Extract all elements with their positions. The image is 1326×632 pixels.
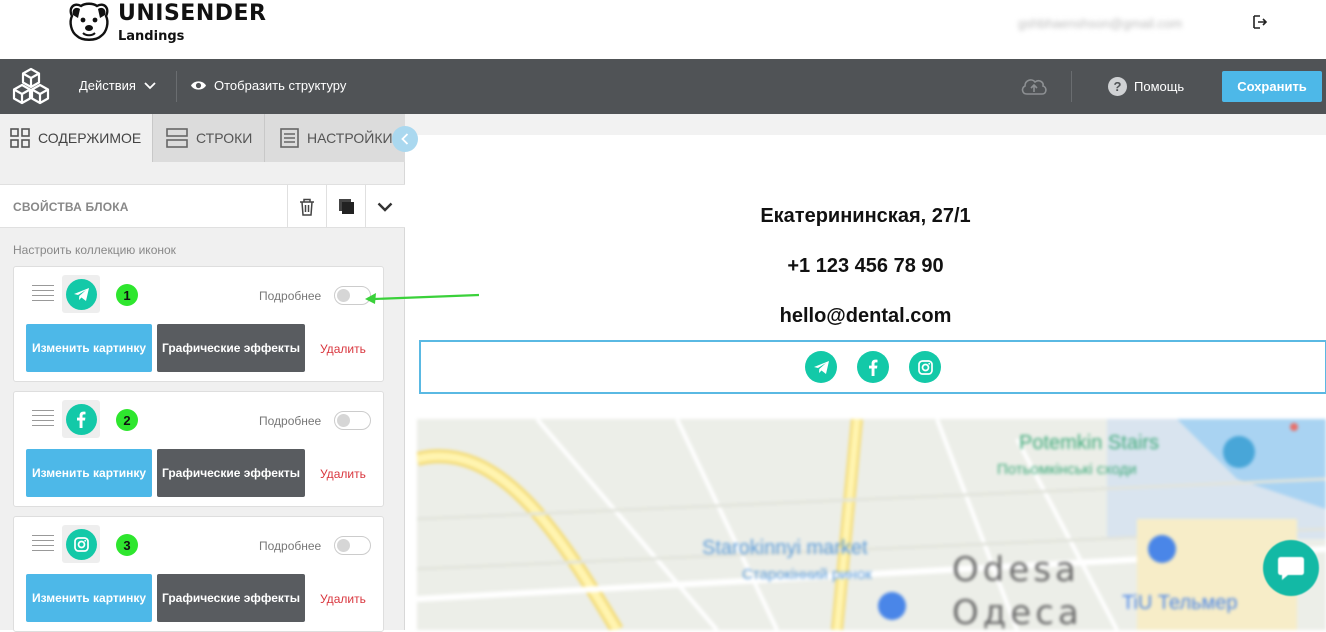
change-image-button[interactable]: Изменить картинку bbox=[26, 449, 152, 497]
actions-label: Действия bbox=[79, 78, 136, 93]
icon-item-card: 2 Подробнее Изменить картинку Графически… bbox=[13, 391, 384, 507]
tab-content-label: СОДЕРЖИМОЕ bbox=[38, 130, 142, 146]
icon-thumbnail[interactable] bbox=[62, 525, 100, 563]
tab-settings[interactable]: НАСТРОЙКИ bbox=[270, 114, 405, 162]
canvas-top-band bbox=[405, 114, 1326, 135]
item-number-badge: 2 bbox=[116, 409, 138, 431]
drag-handle-icon[interactable] bbox=[32, 285, 54, 301]
show-structure-label: Отобразить структуру bbox=[214, 78, 347, 93]
save-button[interactable]: Сохранить bbox=[1222, 71, 1322, 102]
details-label: Подробнее bbox=[259, 289, 322, 303]
change-image-button[interactable]: Изменить картинку bbox=[26, 324, 152, 372]
social-instagram-button[interactable] bbox=[909, 351, 941, 383]
chevron-left-icon bbox=[401, 133, 409, 145]
icon-item-card: 1 Подробнее Изменить картинку Графически… bbox=[13, 266, 384, 382]
icon-thumbnail[interactable] bbox=[62, 275, 100, 313]
tab-rows[interactable]: СТРОКИ bbox=[156, 114, 264, 162]
tab-divider bbox=[264, 114, 265, 162]
user-email[interactable]: gshbhaenshson@gmail.com bbox=[1018, 16, 1182, 31]
show-structure-button[interactable]: Отобразить структуру bbox=[190, 78, 346, 93]
help-label: Помощь bbox=[1134, 79, 1185, 94]
facebook-icon bbox=[869, 359, 878, 376]
delete-block-button[interactable] bbox=[287, 185, 326, 228]
instagram-icon bbox=[73, 536, 89, 552]
map-label-potemkin-local: Потьомкінські сходи bbox=[997, 461, 1137, 478]
tab-settings-label: НАСТРОЙКИ bbox=[307, 130, 393, 146]
tab-rows-label: СТРОКИ bbox=[196, 130, 253, 146]
delete-item-link[interactable]: Удалить bbox=[320, 592, 366, 606]
details-toggle[interactable] bbox=[334, 411, 371, 430]
icon-collection-label: Настроить коллекцию иконок bbox=[13, 243, 176, 257]
change-image-button[interactable]: Изменить картинку bbox=[26, 574, 152, 622]
chevron-down-icon bbox=[377, 202, 393, 212]
chat-bubble-icon bbox=[1278, 557, 1304, 580]
facebook-icon bbox=[77, 411, 86, 428]
chat-widget-button[interactable] bbox=[1263, 540, 1319, 596]
collapse-panel-button[interactable] bbox=[392, 126, 418, 152]
drag-handle-icon[interactable] bbox=[32, 535, 54, 551]
cloud-upload-icon[interactable] bbox=[1020, 75, 1048, 97]
actions-menu[interactable]: Действия bbox=[79, 78, 156, 93]
left-panel: СОДЕРЖИМОЕ СТРОКИ НАСТРОЙКИ СВОЙСТВА БЛО… bbox=[0, 114, 405, 632]
map-block[interactable]: Potemkin Stairs Потьомкінські сходи Star… bbox=[417, 419, 1326, 630]
icon-thumbnail[interactable] bbox=[62, 400, 100, 438]
contact-phone[interactable]: +1 123 456 78 90 bbox=[405, 255, 1326, 278]
copy-icon bbox=[338, 199, 354, 214]
details-label: Подробнее bbox=[259, 539, 322, 553]
map-label-potemkin: Potemkin Stairs bbox=[1019, 432, 1159, 454]
editor-toolbar: Действия Отобразить структуру ? Помощь С… bbox=[0, 59, 1326, 114]
graphic-effects-button[interactable]: Графические эффекты bbox=[157, 574, 305, 622]
item-number-badge: 1 bbox=[116, 284, 138, 306]
contact-email[interactable]: hello@dental.com bbox=[405, 305, 1326, 328]
collapse-properties-button[interactable] bbox=[365, 185, 404, 228]
drag-handle-icon[interactable] bbox=[32, 410, 54, 426]
chevron-down-icon bbox=[144, 81, 156, 89]
map-label-city: Odesa bbox=[952, 550, 1080, 590]
toolbar-divider bbox=[1071, 71, 1072, 102]
social-facebook-button[interactable] bbox=[857, 351, 889, 383]
map-label-market: Starokinnyi market bbox=[702, 537, 868, 559]
icon-item-card: 3 Подробнее Изменить картинку Графически… bbox=[13, 516, 384, 632]
tab-content[interactable]: СОДЕРЖИМОЕ bbox=[0, 114, 152, 162]
telegram-icon bbox=[73, 287, 89, 301]
map-label-poi3: TiU Тельмер bbox=[1122, 592, 1238, 614]
brand-subtitle: Landings bbox=[118, 29, 185, 44]
brand-title: UNISENDER bbox=[118, 1, 267, 26]
block-properties-header: СВОЙСТВА БЛОКА bbox=[0, 184, 405, 228]
tab-divider bbox=[152, 114, 153, 162]
contact-address[interactable]: Екатерининская, 27/1 bbox=[405, 205, 1326, 228]
duplicate-block-button[interactable] bbox=[326, 185, 365, 228]
instagram-icon bbox=[917, 359, 933, 375]
delete-item-link[interactable]: Удалить bbox=[320, 467, 366, 481]
details-label: Подробнее bbox=[259, 414, 322, 428]
help-icon: ? bbox=[1108, 77, 1127, 96]
map-label-market-local: Старокінний ринок bbox=[742, 566, 872, 583]
logout-icon[interactable] bbox=[1252, 14, 1268, 30]
help-button[interactable]: ? Помощь bbox=[1108, 77, 1184, 96]
social-telegram-button[interactable] bbox=[805, 351, 837, 383]
toolbar-divider bbox=[176, 71, 177, 102]
map-image: Potemkin Stairs Потьомкінські сходи Star… bbox=[417, 419, 1326, 630]
page-canvas: Екатерининская, 27/1 +1 123 456 78 90 he… bbox=[405, 114, 1326, 630]
rows-icon bbox=[166, 128, 188, 148]
settings-list-icon bbox=[280, 128, 299, 148]
map-label-city-local: Одеса bbox=[952, 593, 1083, 630]
social-icons-block[interactable] bbox=[419, 340, 1326, 394]
details-toggle[interactable] bbox=[334, 286, 371, 305]
telegram-icon bbox=[813, 360, 829, 374]
delete-item-link[interactable]: Удалить bbox=[320, 342, 366, 356]
panel-tabs: СОДЕРЖИМОЕ СТРОКИ НАСТРОЙКИ bbox=[0, 114, 405, 162]
block-properties-title: СВОЙСТВА БЛОКА bbox=[13, 200, 129, 214]
item-number-badge: 3 bbox=[116, 534, 138, 556]
grid-icon bbox=[10, 128, 30, 148]
eye-icon bbox=[191, 81, 206, 90]
dog-logo-icon bbox=[69, 2, 109, 41]
graphic-effects-button[interactable]: Графические эффекты bbox=[157, 324, 305, 372]
graphic-effects-button[interactable]: Графические эффекты bbox=[157, 449, 305, 497]
brand-bar: UNISENDER Landings gshbhaenshson@gmail.c… bbox=[0, 0, 1326, 59]
cubes-logo-icon[interactable] bbox=[12, 67, 50, 105]
unisender-logo[interactable]: UNISENDER Landings bbox=[66, 2, 266, 43]
trash-icon bbox=[300, 198, 314, 216]
details-toggle[interactable] bbox=[334, 536, 371, 555]
